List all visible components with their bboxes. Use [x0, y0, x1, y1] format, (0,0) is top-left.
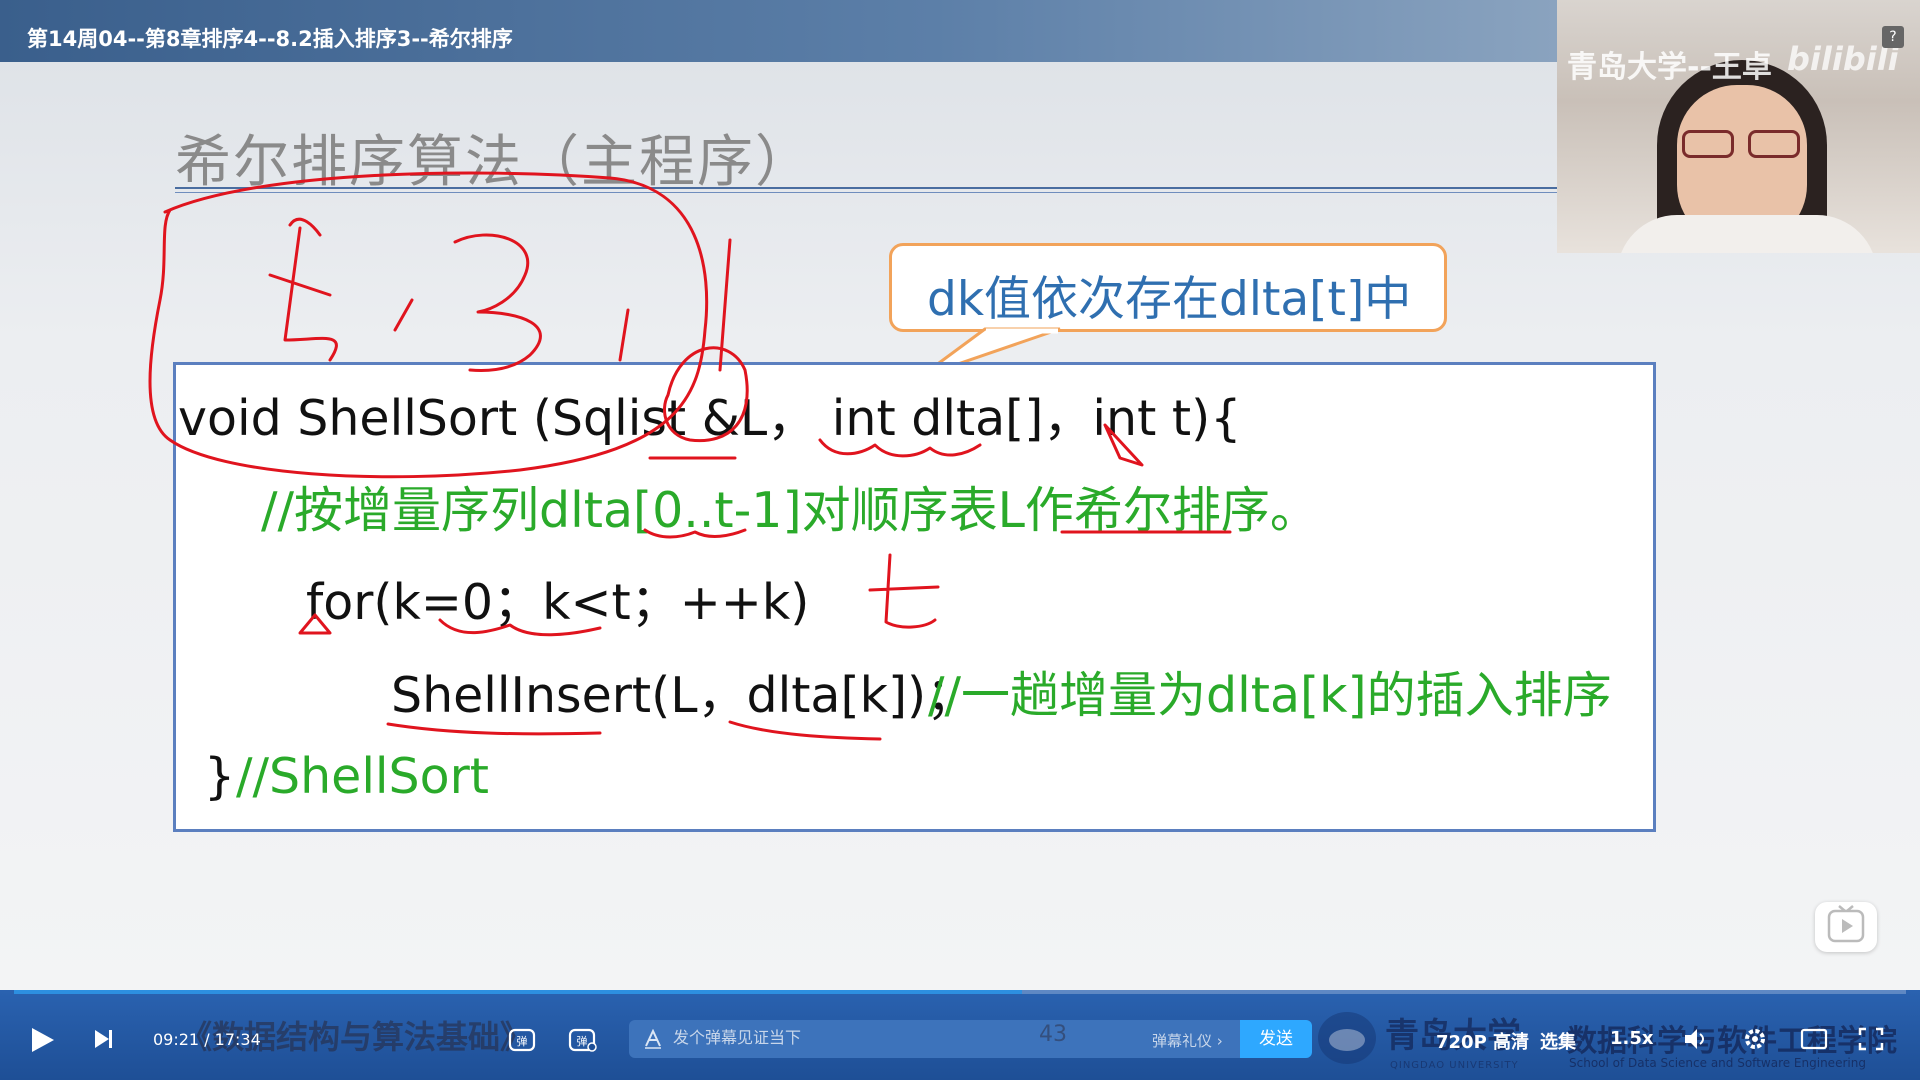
danmu-count: 43 [1039, 1022, 1067, 1047]
code-comment-end: //ShellSort [236, 748, 489, 805]
play-icon [1827, 905, 1865, 943]
next-episode-icon[interactable] [93, 1028, 115, 1050]
total-time: 17:34 [214, 1030, 261, 1049]
svg-text:弹: 弹 [577, 1034, 588, 1048]
time-separator: / [199, 1030, 215, 1049]
play-icon[interactable] [30, 1026, 56, 1054]
player-control-bar: 《数据结构与算法基础》 09:21 / 17:34 弹 弹 43 弹幕礼仪 › … [0, 990, 1920, 1080]
danmu-etiquette-link[interactable]: 弹幕礼仪 › [1152, 1030, 1223, 1051]
code-closing-brace: } [204, 748, 236, 805]
progress-fill [14, 990, 1022, 994]
code-comment-sort: //按增量序列dlta[0..t-1]对顺序表L作希尔排序。 [261, 482, 1319, 539]
fullscreen-icon[interactable] [1858, 1027, 1884, 1051]
svg-text:弹: 弹 [517, 1034, 528, 1048]
code-for-loop: for(k=0；k<t；++k) [306, 574, 810, 631]
danmu-toggle-icon[interactable]: 弹 [508, 1026, 536, 1054]
quality-selector[interactable]: 720P 高清 [1436, 1028, 1529, 1054]
university-english: QINGDAO UNIVERSITY [1390, 1060, 1519, 1071]
floating-play-button[interactable] [1815, 902, 1877, 952]
danmu-input[interactable] [673, 1020, 1053, 1058]
danmu-settings-icon[interactable]: 弹 [568, 1026, 598, 1054]
font-style-icon[interactable] [643, 1029, 663, 1049]
speed-selector[interactable]: 1.5x [1610, 1028, 1654, 1049]
code-block: void ShellSort (Sqlist &L， int dlta[]，in… [173, 362, 1656, 832]
send-danmu-button[interactable]: 发送 [1240, 1020, 1312, 1058]
danmu-input-wrapper: 43 弹幕礼仪 › [629, 1020, 1240, 1058]
university-seal-icon [1318, 1012, 1376, 1064]
current-time: 09:21 [153, 1030, 200, 1049]
time-display: 09:21 / 17:34 [153, 1030, 261, 1049]
widescreen-icon[interactable] [1800, 1027, 1828, 1051]
code-comment-insert: //一趟增量为dlta[k]的插入排序 [928, 667, 1612, 724]
episodes-button[interactable]: 选集 [1540, 1028, 1576, 1054]
settings-gear-icon[interactable] [1742, 1026, 1768, 1052]
volume-icon[interactable] [1682, 1026, 1708, 1052]
code-shellinsert: ShellInsert(L，dlta[k])； [391, 667, 976, 724]
code-signature: void ShellSort (Sqlist &L， int dlta[]，in… [178, 390, 1242, 447]
school-name-en: School of Data Science and Software Engi… [1569, 1056, 1866, 1070]
